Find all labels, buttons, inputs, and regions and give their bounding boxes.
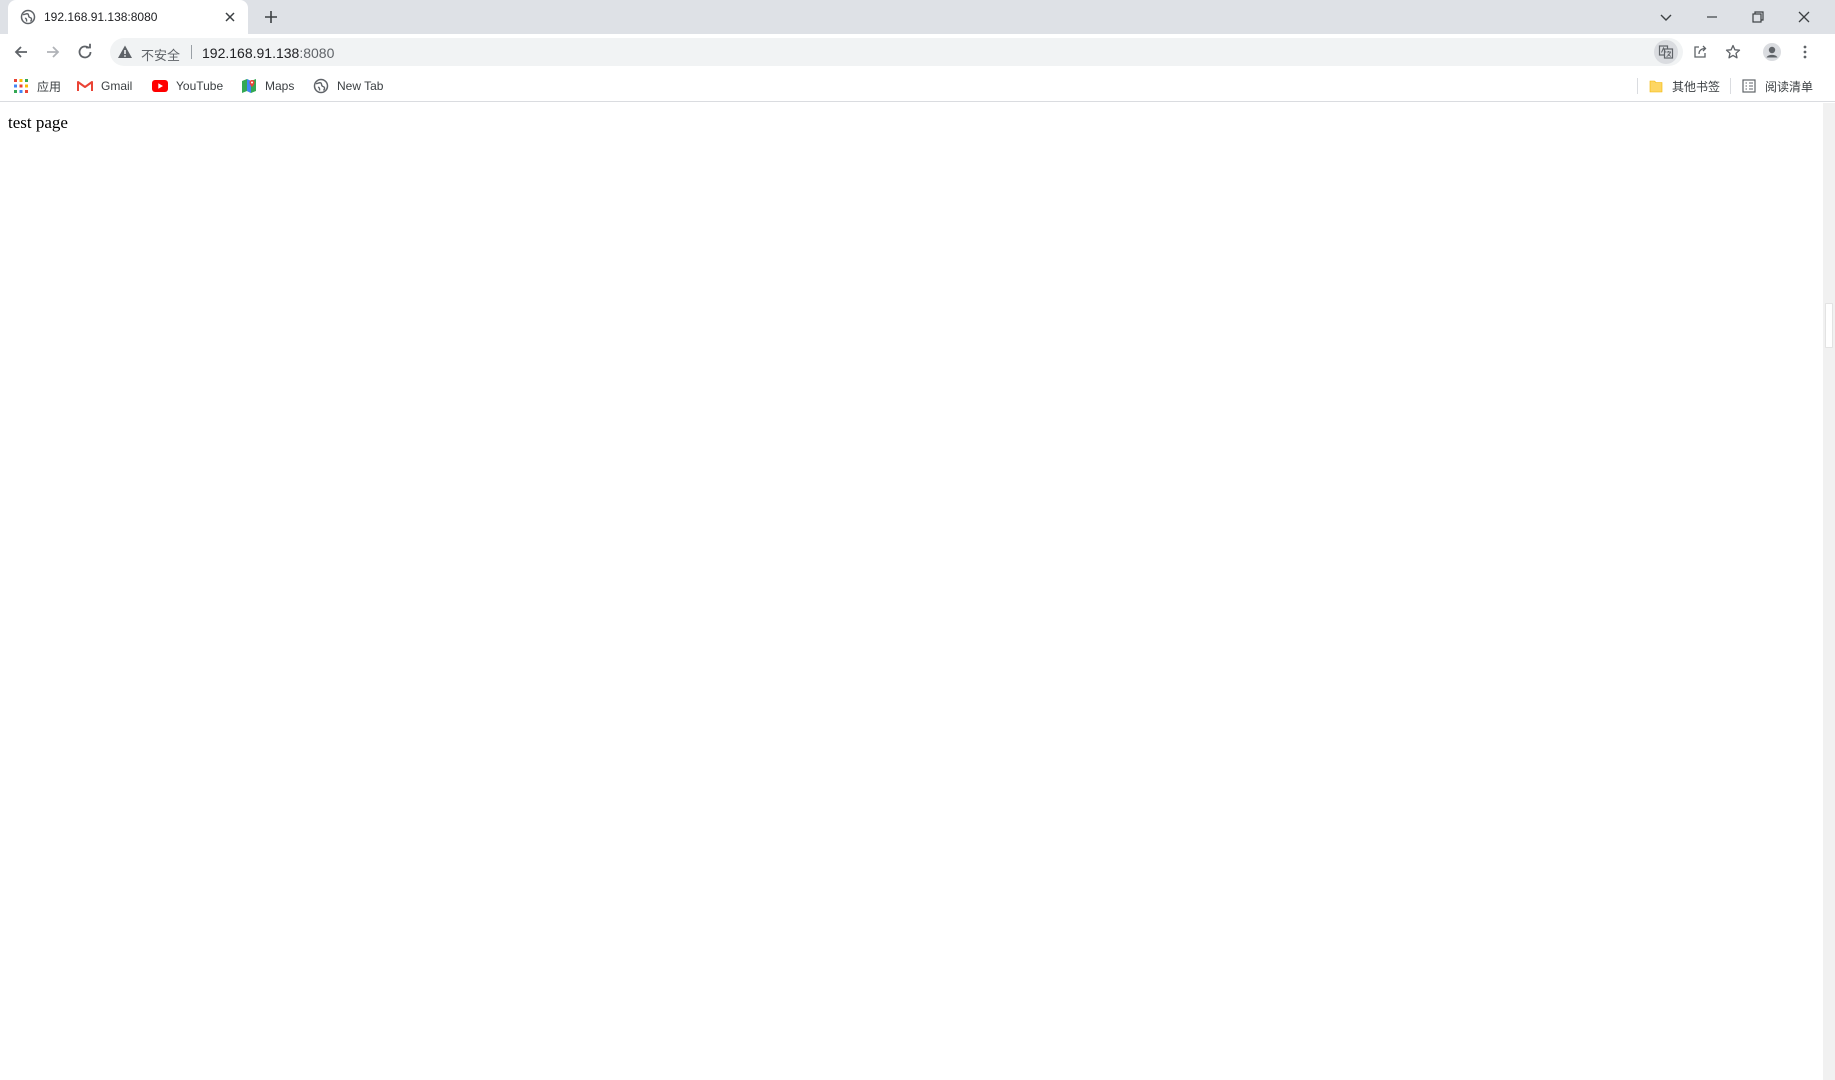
address-bar[interactable]: 不安全 192.168.91.138:8080 [110,38,1741,66]
page-viewport: test page [0,103,1823,1080]
bookmark-apps[interactable]: 应用 [13,76,61,96]
bookmarks-bar: 应用 Gmail YouTube Maps New Tab 其他书签 阅读清单 [0,70,1835,102]
forward-button[interactable] [41,40,65,64]
maps-icon [241,78,257,94]
bookmark-label: New Tab [337,79,384,93]
reading-list-label: 阅读清单 [1765,79,1814,94]
restore-icon[interactable] [1746,5,1770,29]
bookmark-gmail[interactable]: Gmail [77,76,132,96]
bookmarks-divider [1730,78,1731,94]
minimize-icon[interactable] [1700,5,1724,29]
globe-icon [20,9,36,25]
scrollbar-thumb[interactable] [1825,303,1833,348]
reading-list-button[interactable]: 阅读清单 [1741,76,1813,96]
reload-button[interactable] [73,40,97,64]
tab-strip: 192.168.91.138:8080 [0,0,1835,34]
youtube-icon [152,78,168,94]
url-text[interactable]: 192.168.91.138:8080 [202,45,334,61]
share-icon[interactable] [1688,40,1712,64]
bookmark-label: 应用 [37,79,62,94]
browser-toolbar: 不安全 192.168.91.138:8080 [0,34,1835,70]
apps-grid-icon [13,78,29,94]
active-tab[interactable]: 192.168.91.138:8080 [8,0,248,34]
bookmarks-divider [1637,78,1638,94]
omnibox-divider [191,45,192,59]
bookmark-label: Gmail [101,79,133,93]
bookmark-label: YouTube [176,79,224,93]
other-bookmarks-label: 其他书签 [1672,79,1721,94]
tab-search-icon[interactable] [1654,5,1678,29]
other-bookmarks-folder[interactable]: 其他书签 [1648,76,1720,96]
url-host: 192.168.91.138 [202,45,300,61]
close-icon[interactable] [1792,5,1816,29]
gmail-icon [77,78,93,94]
bookmark-maps[interactable]: Maps [241,76,294,96]
back-button[interactable] [9,40,33,64]
new-tab-button[interactable] [260,6,282,28]
folder-icon [1648,78,1664,94]
profile-avatar-icon[interactable] [1760,40,1784,64]
url-port: :8080 [299,45,335,61]
tab-close-icon[interactable] [222,9,238,25]
bookmark-youtube[interactable]: YouTube [152,76,223,96]
globe-icon [313,78,329,94]
warning-icon[interactable] [117,44,133,60]
bookmark-new-tab[interactable]: New Tab [313,76,383,96]
page-body-text: test page [8,113,68,132]
reading-list-icon [1741,78,1757,94]
security-label[interactable]: 不安全 [141,45,180,64]
translate-icon[interactable] [1654,40,1678,64]
menu-kebab-icon[interactable] [1793,40,1817,64]
bookmark-star-icon[interactable] [1721,40,1745,64]
vertical-scrollbar[interactable] [1823,103,1835,1080]
bookmark-label: Maps [265,79,295,93]
tab-title: 192.168.91.138:8080 [44,10,158,24]
